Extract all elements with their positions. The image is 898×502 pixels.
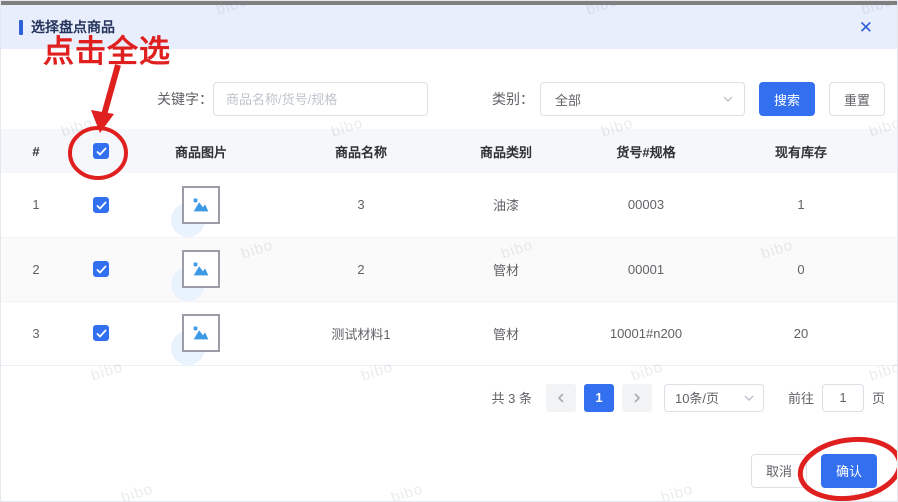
header-name: 商品名称 <box>334 144 387 160</box>
row-name: 测试材料1 <box>271 301 451 366</box>
category-select-value: 全部 <box>555 92 582 108</box>
row-index: 1 <box>1 173 71 238</box>
header-category: 商品类别 <box>479 144 532 160</box>
chevron-left-icon <box>557 392 564 403</box>
keyword-input[interactable] <box>213 82 428 116</box>
title-accent-bar <box>19 19 23 35</box>
chevron-down-icon <box>723 96 733 103</box>
goto-page-input[interactable] <box>821 383 864 412</box>
table-header-row: # 商品图片 商品名称 商品类别 货号#规格 现有库存 <box>1 129 897 173</box>
category-select[interactable]: 全部 <box>540 82 745 116</box>
search-button[interactable]: 搜索 <box>759 82 815 116</box>
product-image-placeholder <box>171 185 220 237</box>
dialog-header: 选择盘点商品 ✕ <box>1 5 897 49</box>
header-image: 商品图片 <box>174 144 227 160</box>
row-index: 2 <box>1 237 71 302</box>
goto-suffix: 页 <box>871 391 885 406</box>
row-sku: 10001#n200 <box>561 301 731 366</box>
row-name: 3 <box>271 173 451 238</box>
header-index: # <box>32 143 40 159</box>
page-size-select[interactable]: 10条/页 <box>663 383 764 412</box>
header-spacer <box>871 129 897 173</box>
row-stock: 20 <box>731 301 871 366</box>
row-sku: 00003 <box>561 173 731 238</box>
picture-icon <box>193 326 209 340</box>
close-icon[interactable]: ✕ <box>851 15 881 40</box>
filter-bar: 关键字： 类别： 全部 搜索 重置 <box>1 81 897 117</box>
dialog-title: 选择盘点商品 <box>31 19 115 35</box>
row-sku: 00001 <box>561 237 731 302</box>
chevron-down-icon <box>744 394 754 401</box>
prev-page-button[interactable] <box>545 383 576 412</box>
header-sku: 货号#规格 <box>616 144 676 160</box>
select-all-checkbox[interactable] <box>93 143 109 160</box>
dialog-title-wrap: 选择盘点商品 <box>19 17 115 37</box>
category-label: 类别： <box>492 91 534 107</box>
goto-label: 前往 <box>787 391 814 406</box>
next-page-button[interactable] <box>621 383 652 412</box>
reset-button[interactable]: 重置 <box>829 82 885 116</box>
picture-icon <box>193 262 209 276</box>
header-stock: 现有库存 <box>774 144 827 160</box>
row-checkbox[interactable] <box>93 261 109 278</box>
row-name: 2 <box>271 237 451 302</box>
pagination-bar: 共 3 条 1 10条/页 前往 页 <box>1 383 897 412</box>
table-row: 2 2 管材 00001 0 <box>1 237 897 302</box>
product-image-placeholder <box>171 250 220 301</box>
cancel-button[interactable]: 取消 <box>751 453 807 488</box>
row-category: 管材 <box>451 237 561 302</box>
select-stocktake-products-dialog: 选择盘点商品 ✕ 关键字： 类别： 全部 搜索 重置 # <box>0 0 898 502</box>
products-table: # 商品图片 商品名称 商品类别 货号#规格 现有库存 1 3 油漆 00003… <box>1 129 897 366</box>
chevron-right-icon <box>634 392 641 403</box>
table-row: 1 3 油漆 00003 1 <box>1 173 897 238</box>
row-stock: 0 <box>731 237 871 302</box>
header-select-all <box>71 129 131 173</box>
row-category: 油漆 <box>451 173 561 238</box>
row-index: 3 <box>1 301 71 366</box>
row-checkbox[interactable] <box>93 197 109 214</box>
picture-icon <box>193 198 209 212</box>
page-number-button[interactable]: 1 <box>583 383 614 412</box>
table-row: 3 测试材料1 管材 10001#n200 20 <box>1 301 897 366</box>
row-checkbox[interactable] <box>93 325 109 342</box>
product-image-placeholder <box>171 314 220 365</box>
page-size-value: 10条/页 <box>674 391 720 406</box>
confirm-button[interactable]: 确认 <box>821 453 877 488</box>
keyword-label: 关键字： <box>157 91 213 107</box>
dialog-footer: 取消 确认 <box>1 453 897 488</box>
pagination-total: 共 3 条 <box>491 391 532 406</box>
row-category: 管材 <box>451 301 561 366</box>
row-stock: 1 <box>731 173 871 238</box>
